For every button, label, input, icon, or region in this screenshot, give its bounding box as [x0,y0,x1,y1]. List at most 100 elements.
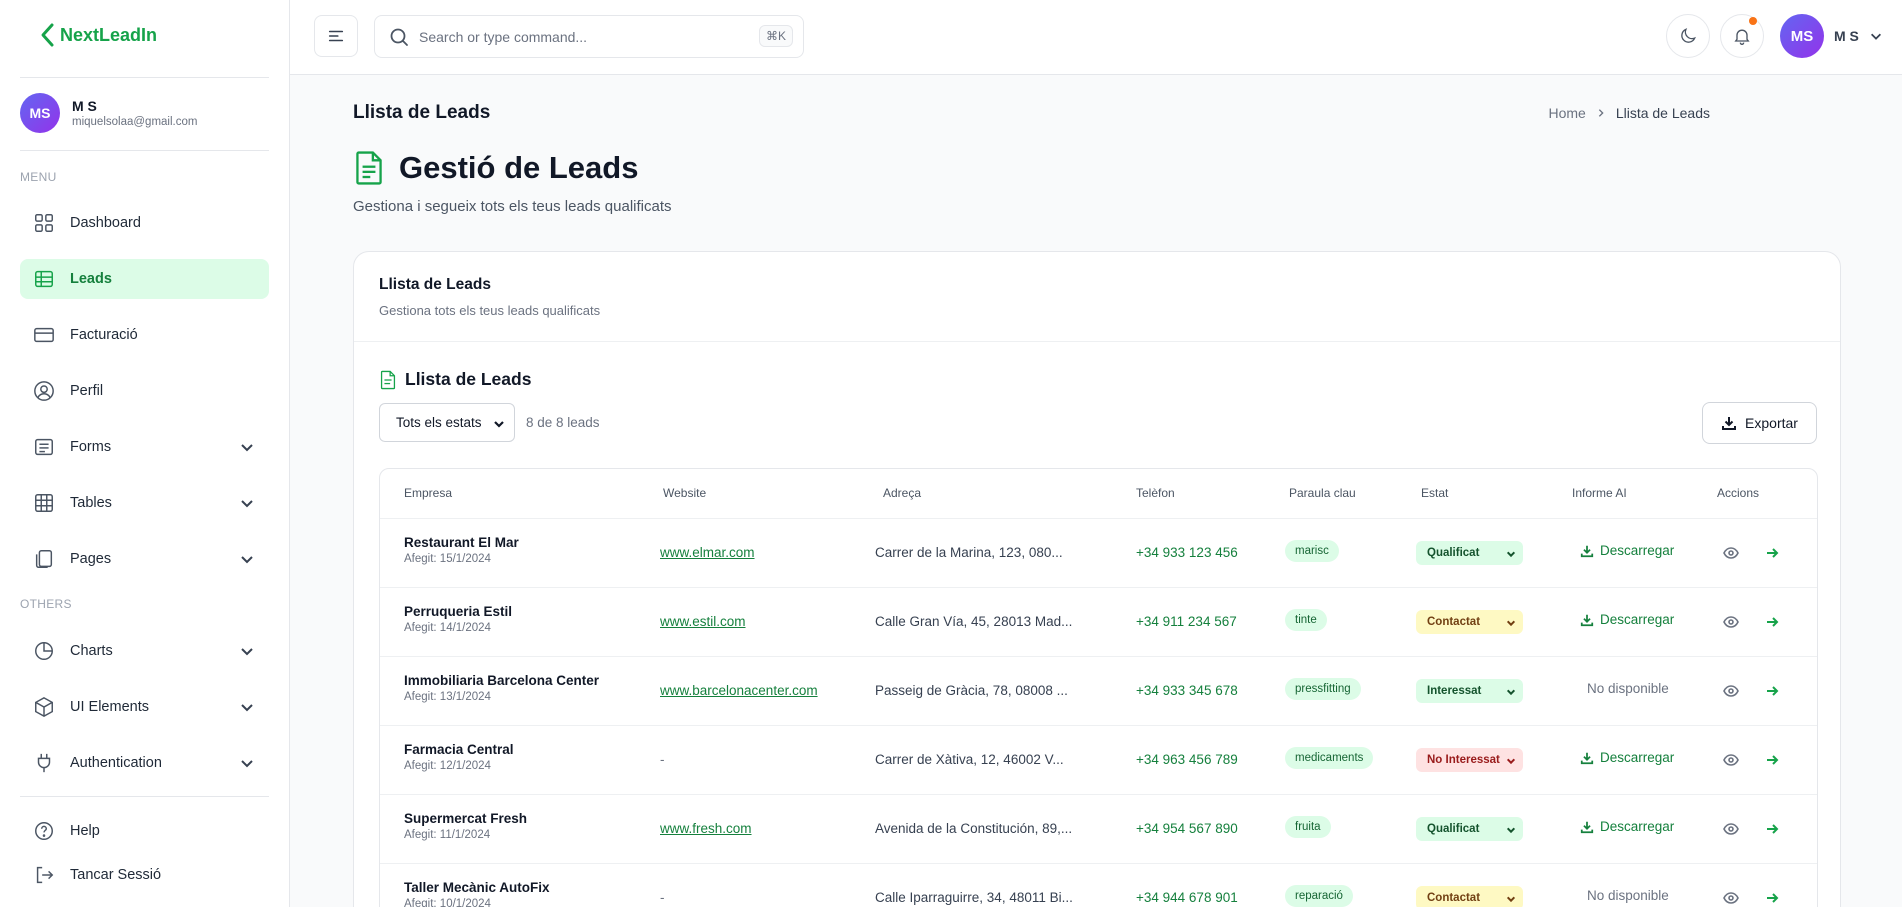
website-link[interactable]: www.elmar.com [660,545,755,560]
document-icon [380,370,396,389]
address-text: Avenida de la Constitución, 89,... [875,821,1073,836]
column-header[interactable]: Accions [1717,486,1759,500]
grid-icon [32,211,56,235]
phone-link[interactable]: +34 933 123 456 [1136,545,1238,560]
address-text: Passeig de Gràcia, 78, 08008 ... [875,683,1068,698]
sidebar-item-facturacio[interactable]: Facturació [20,315,269,355]
leads-count: 8 de 8 leads [526,415,600,430]
status-select[interactable]: Interessat [1416,679,1523,703]
company-name: Immobiliaria Barcelona Center [404,673,600,688]
open-lead-button[interactable] [1764,683,1780,704]
website-link[interactable]: www.barcelonacenter.com [660,683,818,698]
column-header[interactable]: Telèfon [1136,486,1175,500]
download-report-button[interactable]: Descarregar [1580,819,1674,834]
page-title-text: Gestió de Leads [399,150,639,185]
column-header[interactable]: Website [663,486,706,500]
export-button[interactable]: Exportar [1702,402,1817,444]
sidebar-item-ui-elements[interactable]: UI Elements [20,687,269,727]
column-header[interactable]: Empresa [404,486,452,500]
chevron-right-icon [1598,109,1604,117]
address-text: Carrer de la Marina, 123, 080... [875,545,1063,560]
download-report-button[interactable]: Descarregar [1580,612,1674,627]
column-header[interactable]: Paraula clau [1289,486,1356,500]
search-input[interactable] [419,28,739,45]
status-value: Qualificat [1427,823,1480,835]
status-filter-select[interactable]: Tots els estats [379,403,515,442]
open-lead-button[interactable] [1764,821,1780,842]
view-lead-button[interactable] [1723,822,1739,841]
table-grid-icon [32,491,56,515]
phone-link[interactable]: +34 944 678 901 [1136,890,1238,905]
page-title: Gestió de Leads [353,150,638,186]
open-lead-button[interactable] [1764,890,1780,907]
list-title-text: Llista de Leads [405,369,532,389]
status-select[interactable]: Contactat [1416,610,1523,634]
arrow-right-icon [1767,686,1779,696]
top-header: ⌘K MS M S [290,0,1902,75]
website-link[interactable]: www.estil.com [660,614,746,629]
sidebar-item-leads[interactable]: Leads [20,259,269,299]
status-select[interactable]: No Interessat [1416,748,1523,772]
sidebar-item-tables[interactable]: Tables [20,483,269,523]
view-lead-button[interactable] [1723,684,1739,703]
keyword-badge: fruita [1285,816,1331,838]
keyword-badge: reparació [1285,885,1353,907]
sidebar-item-logout[interactable]: Tancar Sessió [20,855,269,895]
column-header[interactable]: Informe AI [1572,486,1627,500]
sidebar-item-dashboard[interactable]: Dashboard [20,203,269,243]
report-unavailable: No disponible [1587,681,1669,696]
view-lead-button[interactable] [1723,546,1739,565]
status-select[interactable]: Qualificat [1416,541,1523,565]
phone-link[interactable]: +34 911 234 567 [1136,614,1237,629]
user-menu[interactable]: MS M S [1780,14,1883,58]
page-subtitle: Gestiona i segueix tots els teus leads q… [353,198,672,215]
open-lead-button[interactable] [1764,545,1780,566]
table-row: Perruqueria Estil Afegit: 14/1/2024 www.es… [380,588,1817,657]
view-lead-button[interactable] [1723,753,1739,772]
column-header[interactable]: Adreça [883,486,921,500]
arrow-right-icon [1767,755,1779,765]
sidebar-item-forms[interactable]: Forms [20,427,269,467]
address-text: Carrer de Xàtiva, 12, 46002 V... [875,752,1064,767]
chevron-down-icon [239,551,255,571]
breadcrumb-home-link[interactable]: Home [1548,105,1585,121]
sidebar-item-label: Authentication [70,755,162,771]
menu-section-label: MENU [20,170,57,184]
status-select[interactable]: Contactat [1416,886,1523,907]
phone-link[interactable]: +34 963 456 789 [1136,752,1238,767]
table-row: Restaurant El Mar Afegit: 15/1/2024 www.el… [380,519,1817,588]
address-text: Calle Iparraguirre, 34, 48011 Bi... [875,890,1073,905]
phone-link[interactable]: +34 954 567 890 [1136,821,1238,836]
company-cell: Supermercat Fresh Afegit: 11/1/2024 [404,811,527,841]
search-box[interactable]: ⌘K [374,15,804,58]
status-value: No Interessat [1427,754,1500,766]
avatar: MS [20,93,60,133]
app-logo[interactable]: NextLeadIn [38,22,157,48]
sidebar-profile[interactable]: MS M S miquelsolaa@gmail.com [20,93,197,133]
website-link[interactable]: www.fresh.com [660,821,752,836]
sidebar-item-charts[interactable]: Charts [20,631,269,671]
notifications-button[interactable] [1720,14,1764,58]
sidebar-item-perfil[interactable]: Perfil [20,371,269,411]
breadcrumb: Home Llista de Leads [1548,105,1710,121]
download-report-button[interactable]: Descarregar [1580,750,1674,765]
theme-toggle-button[interactable] [1666,14,1710,58]
open-lead-button[interactable] [1764,614,1780,635]
view-lead-button[interactable] [1723,891,1739,907]
table-icon [32,267,56,291]
sidebar-item-help[interactable]: Help [20,811,269,851]
column-header[interactable]: Estat [1421,486,1448,500]
sidebar-item-authentication[interactable]: Authentication [20,743,269,783]
open-lead-button[interactable] [1764,752,1780,773]
sidebar-toggle-button[interactable] [314,15,358,57]
sidebar-item-label: Charts [70,643,113,659]
view-lead-button[interactable] [1723,615,1739,634]
status-select[interactable]: Qualificat [1416,817,1523,841]
user-circle-icon [32,379,56,403]
download-report-button[interactable]: Descarregar [1580,543,1674,558]
phone-link[interactable]: +34 933 345 678 [1136,683,1238,698]
chevron-down-icon [1506,689,1516,696]
sidebar-item-pages[interactable]: Pages [20,539,269,579]
chevron-down-icon [1506,551,1516,558]
table-row: Supermercat Fresh Afegit: 11/1/2024 www.fr… [380,795,1817,864]
